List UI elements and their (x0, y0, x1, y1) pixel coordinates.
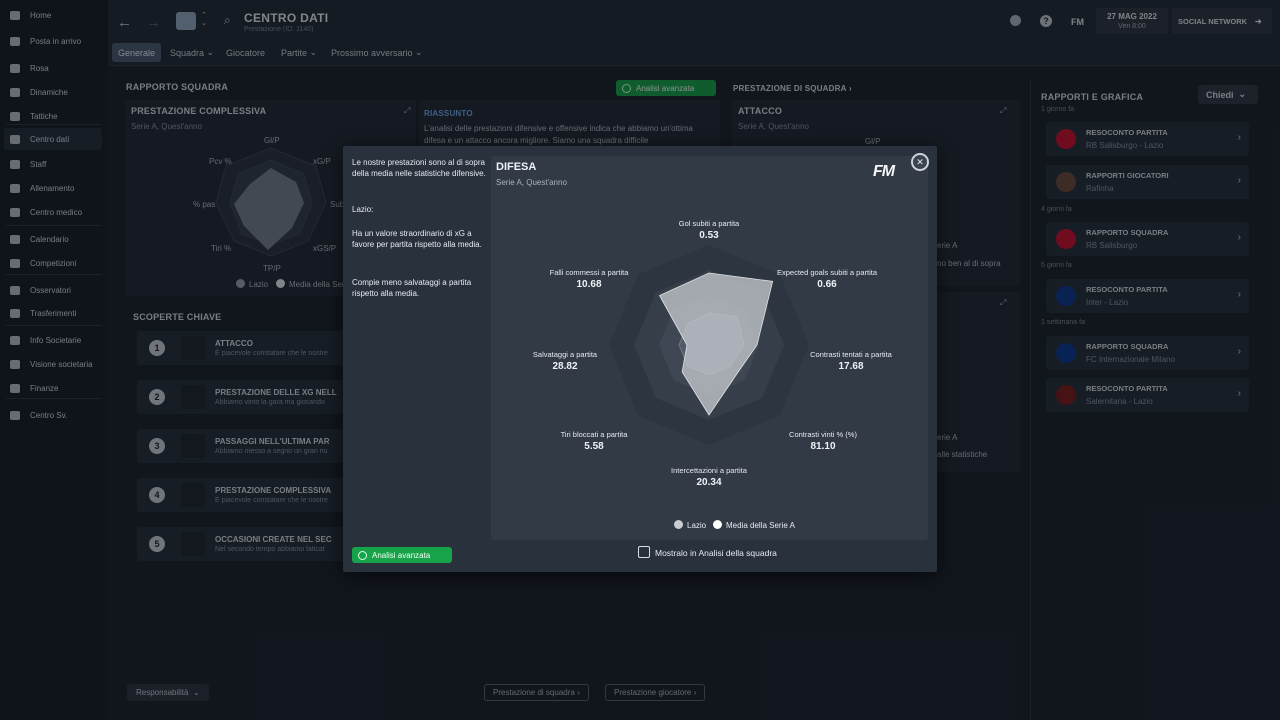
radar-axis-label: Contrasti tentati a partita (810, 350, 892, 359)
radar-axis-value: 17.68 (838, 361, 864, 372)
advanced-analysis-button[interactable]: Analisi avanzata (352, 547, 452, 563)
advanced-analysis-modal-label: Analisi avanzata (372, 550, 431, 560)
modal-intro: Le nostre prestazioni sono al di sopra d… (352, 158, 486, 178)
radar-axis-label: Falli commessi a partita (549, 268, 629, 277)
legend-dot-lazio (674, 520, 683, 529)
radar-axis-value: 20.34 (696, 477, 722, 488)
legend-lazio: Lazio (687, 521, 707, 530)
radar-axis-value: 28.82 (552, 361, 578, 372)
radar-axis-label: Contrasti vinti % (%) (789, 430, 857, 439)
modal-club: Lazio: (352, 205, 374, 214)
modal-point-2: Compie meno salvataggi a partita rispett… (352, 278, 472, 298)
radar-axis-value: 81.10 (810, 441, 836, 452)
radar-axis-value: 10.68 (576, 279, 602, 290)
radar-axis-label: Tiri bloccati a partita (560, 430, 628, 439)
checkbox-label: Mostralo in Analisi della squadra (655, 548, 777, 558)
show-in-team-analysis-checkbox[interactable] (638, 546, 650, 558)
radar-axis-label: Expected goals subiti a partita (776, 268, 878, 277)
radar-axis-value: 0.53 (699, 230, 719, 241)
check-circle-icon (358, 550, 367, 560)
legend-media: Media della Serie A (726, 521, 795, 530)
modal-point-1: Ha un valore straordinario di xG a favor… (352, 229, 482, 249)
chart-title: DIFESA (496, 161, 537, 173)
radar-axis-value: 5.58 (584, 441, 604, 452)
radar-axis-label: Gol subiti a partita (678, 219, 740, 228)
legend-dot-media (713, 520, 722, 529)
radar-axis-label: Intercettazioni a partita (671, 466, 747, 475)
radar-axis-value: 0.66 (817, 279, 837, 290)
fm-logo: FM (873, 163, 895, 180)
radar-axis-label: Salvataggi a partita (532, 350, 598, 359)
chart-subtitle: Serie A, Quest'anno (496, 178, 567, 187)
close-icon[interactable]: ✕ (911, 153, 929, 171)
